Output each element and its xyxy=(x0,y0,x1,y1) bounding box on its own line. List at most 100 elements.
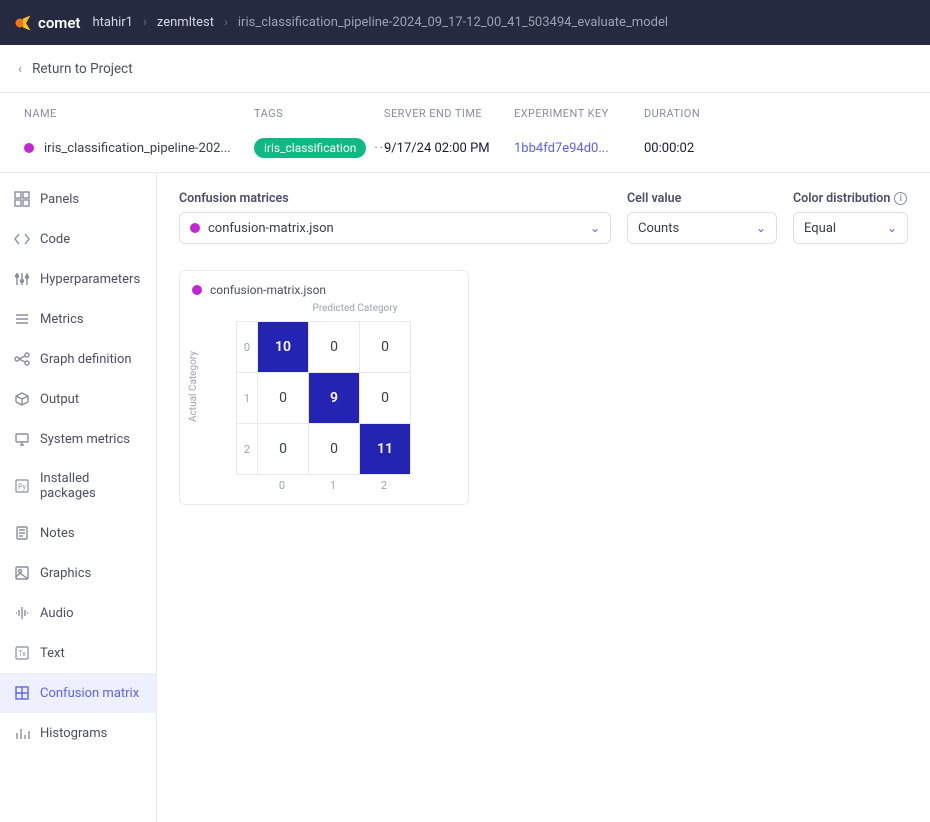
row-label: 0 xyxy=(237,322,257,372)
logo-text: comet xyxy=(38,14,80,32)
color-dist-select[interactable]: Equal ⌄ xyxy=(793,212,908,244)
matrices-select[interactable]: confusion-matrix.json ⌄ xyxy=(179,212,611,244)
sidebar-item-system-metrics[interactable]: System metrics xyxy=(0,419,156,459)
matrix-cell[interactable]: 0 xyxy=(258,373,308,423)
breadcrumbs: htahir1 › zenmltest › iris_classificatio… xyxy=(92,15,668,30)
matrices-label: Confusion matrices xyxy=(179,191,611,206)
experiment-key-link[interactable]: 1bb4fd7e94d0... xyxy=(514,141,644,156)
sidebar-item-label: Graphics xyxy=(40,566,91,581)
sidebar-item-metrics[interactable]: Metrics xyxy=(0,299,156,339)
chevron-down-icon: ⌄ xyxy=(887,221,897,235)
audio-icon xyxy=(14,605,30,621)
sidebar-item-label: Installed packages xyxy=(40,471,142,501)
sidebar-item-notes[interactable]: Notes xyxy=(0,513,156,553)
return-to-project[interactable]: ‹ Return to Project xyxy=(0,45,930,93)
cell-value-select-group: Cell value Counts ⌄ xyxy=(627,191,777,244)
sidebar-item-histograms[interactable]: Histograms xyxy=(0,713,156,753)
system-metrics-icon xyxy=(14,431,30,447)
color-dot-icon xyxy=(192,285,202,295)
sidebar-item-label: Histograms xyxy=(40,726,107,741)
breadcrumb-user[interactable]: htahir1 xyxy=(92,15,133,30)
sidebar-item-label: System metrics xyxy=(40,432,130,447)
matrix-title-text: confusion-matrix.json xyxy=(210,283,326,297)
panels-icon xyxy=(14,191,30,207)
color-dot-icon xyxy=(24,143,34,153)
comet-logo-icon xyxy=(14,14,32,32)
sidebar-item-label: Graph definition xyxy=(40,352,132,367)
sidebar-item-code[interactable]: Code xyxy=(0,219,156,259)
matrices-select-value: confusion-matrix.json xyxy=(208,221,334,236)
duration-value: 00:00:02 xyxy=(644,141,906,156)
graphics-icon xyxy=(14,565,30,581)
matrix-wrap: Predicted Category Actual Category 01000… xyxy=(192,301,456,492)
col-exp-key: EXPERIMENT KEY xyxy=(514,107,644,120)
sidebar-item-graphics[interactable]: Graphics xyxy=(0,553,156,593)
col-tags: TAGS xyxy=(254,107,384,120)
experiment-name: iris_classification_pipeline-202... xyxy=(44,141,231,156)
chevron-down-icon: ⌄ xyxy=(756,221,766,235)
experiment-table-header: NAME TAGS SERVER END TIME EXPERIMENT KEY… xyxy=(0,93,930,130)
color-dist-select-value: Equal xyxy=(804,221,836,236)
matrix-cell[interactable]: 10 xyxy=(258,322,308,372)
histograms-icon xyxy=(14,725,30,741)
matrix-cell[interactable]: 0 xyxy=(309,424,359,474)
col-name: NAME xyxy=(24,107,254,120)
matrix-cell[interactable]: 0 xyxy=(309,322,359,372)
matrix-grid: 01000109020011 xyxy=(236,321,411,475)
sidebar-item-output[interactable]: Output xyxy=(0,379,156,419)
col-label: 0 xyxy=(257,479,307,492)
row-label: 2 xyxy=(237,424,257,474)
cell-value-select-value: Counts xyxy=(638,221,679,236)
sidebar-item-hyperparameters[interactable]: Hyperparameters xyxy=(0,259,156,299)
output-icon xyxy=(14,391,30,407)
info-icon[interactable]: i xyxy=(894,192,907,205)
cell-value-select[interactable]: Counts ⌄ xyxy=(627,212,777,244)
sidebar-item-label: Metrics xyxy=(40,312,84,327)
tag-pill[interactable]: iris_classification xyxy=(254,138,366,158)
svg-text:Tx: Tx xyxy=(18,650,26,658)
breadcrumb-experiment[interactable]: iris_classification_pipeline-2024_09_17-… xyxy=(238,15,668,30)
sidebar-item-text[interactable]: Tx Text xyxy=(0,633,156,673)
sidebar-item-graph-definition[interactable]: Graph definition xyxy=(0,339,156,379)
content: Confusion matrices confusion-matrix.json… xyxy=(157,173,930,822)
sidebar-item-confusion-matrix[interactable]: Confusion matrix xyxy=(0,673,156,713)
installed-packages-icon: Py xyxy=(14,478,30,494)
sidebar-item-label: Notes xyxy=(40,526,75,541)
hyperparameters-icon xyxy=(14,271,30,287)
graph-definition-icon xyxy=(14,351,30,367)
matrix-cell[interactable]: 0 xyxy=(360,322,410,372)
sidebar-item-label: Hyperparameters xyxy=(40,272,140,287)
matrix-cell[interactable]: 0 xyxy=(360,373,410,423)
notes-icon xyxy=(14,525,30,541)
col-server-end: SERVER END TIME xyxy=(384,107,514,120)
svg-text:Py: Py xyxy=(18,483,26,491)
matrix-cell[interactable]: 11 xyxy=(360,424,410,474)
main: Panels Code Hyperparameters Metrics Graph de… xyxy=(0,173,930,822)
return-label: Return to Project xyxy=(32,61,133,77)
sidebar-item-label: Audio xyxy=(40,606,73,621)
matrix-cell[interactable]: 0 xyxy=(258,424,308,474)
experiment-row[interactable]: iris_classification_pipeline-202... iris… xyxy=(0,130,930,173)
sidebar-item-audio[interactable]: Audio xyxy=(0,593,156,633)
sidebar-item-panels[interactable]: Panels xyxy=(0,179,156,219)
topbar: comet htahir1 › zenmltest › iris_classif… xyxy=(0,0,930,45)
sidebar-item-label: Panels xyxy=(40,192,79,207)
matrix-cell[interactable]: 9 xyxy=(309,373,359,423)
sidebar-item-label: Text xyxy=(40,646,65,661)
predicted-axis-label: Predicted Category xyxy=(254,303,456,314)
experiment-tags-cell: iris_classification ··· xyxy=(254,138,384,158)
matrices-select-group: Confusion matrices confusion-matrix.json… xyxy=(179,191,611,244)
matrix-col-labels: 012 xyxy=(236,479,456,492)
confusion-matrix-icon xyxy=(14,685,30,701)
confusion-matrix-panel: confusion-matrix.json Predicted Category… xyxy=(179,270,469,505)
experiment-name-cell: iris_classification_pipeline-202... xyxy=(24,141,254,156)
color-dist-label: Color distribution i xyxy=(793,191,908,206)
chevron-down-icon: ⌄ xyxy=(590,221,600,235)
sidebar-item-installed-packages[interactable]: Py Installed packages xyxy=(0,459,156,513)
col-label: 2 xyxy=(359,479,409,492)
row-label: 1 xyxy=(237,373,257,423)
logo[interactable]: comet xyxy=(14,14,80,32)
col-label: 1 xyxy=(308,479,358,492)
breadcrumb-project[interactable]: zenmltest xyxy=(157,15,214,30)
color-dot-icon xyxy=(190,223,200,233)
